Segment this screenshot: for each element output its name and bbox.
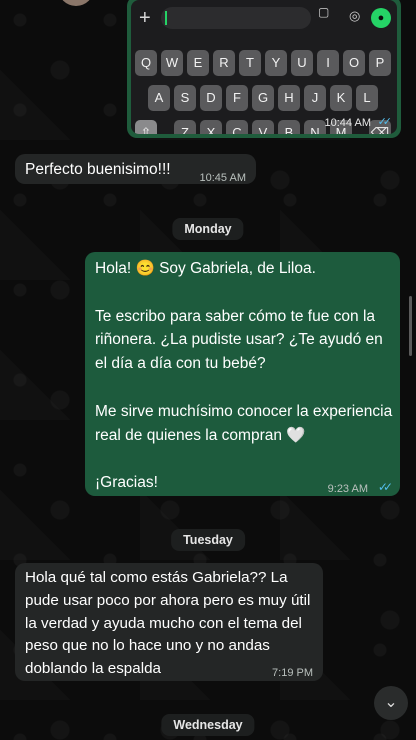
- keyboard-key: X: [200, 120, 222, 134]
- compose-field: [161, 7, 311, 29]
- read-receipt-icon: ✓✓: [377, 480, 393, 494]
- sticker-icon: ▢: [318, 5, 330, 19]
- message-text: Perfecto buenisimo!!!: [25, 161, 171, 178]
- date-separator: Wednesday: [161, 714, 255, 736]
- chevron-down-icon: ⌄: [384, 694, 398, 711]
- message-time: 9:23 AM: [327, 483, 368, 495]
- keyboard-key: K: [330, 85, 352, 111]
- keyboard-key: S: [174, 85, 196, 111]
- message-time: 10:45 AM: [199, 172, 246, 184]
- shift-key: ⇧: [135, 120, 157, 134]
- keyboard-key: R: [213, 50, 235, 76]
- message-bubble-incoming[interactable]: Hola qué tal como estás Gabriela?? La pu…: [15, 563, 323, 681]
- keyboard-key: Y: [265, 50, 287, 76]
- camera-icon: ◎: [349, 8, 361, 23]
- keyboard-key: F: [226, 85, 248, 111]
- message-bubble-incoming[interactable]: Perfecto buenisimo!!! 10:45 AM: [15, 154, 256, 184]
- keyboard-key: G: [252, 85, 274, 111]
- shared-screenshot-image[interactable]: + ▢ ◎ ● Q W E R T Y U I O P A S D F G H …: [131, 0, 397, 134]
- message-text: Hola! 😊 Soy Gabriela, de Liloa. Te escri…: [95, 260, 393, 492]
- keyboard-key: W: [161, 50, 183, 76]
- keyboard-key: Q: [135, 50, 157, 76]
- date-separator: Tuesday: [171, 529, 245, 551]
- keyboard-key: E: [187, 50, 209, 76]
- read-receipt-icon: ✓✓: [377, 116, 393, 128]
- keyboard-key: Z: [174, 120, 196, 134]
- scroll-to-bottom-button[interactable]: ⌄: [374, 686, 408, 720]
- message-time: 7:19 PM: [272, 667, 313, 679]
- date-separator: Monday: [172, 218, 244, 240]
- keyboard-key: N: [304, 120, 326, 134]
- message-bubble-outgoing[interactable]: Hola! 😊 Soy Gabriela, de Liloa. Te escri…: [85, 252, 400, 496]
- keyboard-key: A: [148, 85, 170, 111]
- image-timestamp: 10:44 AM: [324, 117, 371, 129]
- keyboard-key: C: [226, 120, 248, 134]
- text-cursor: [165, 11, 167, 25]
- keyboard-key: B: [278, 120, 300, 134]
- scrollbar[interactable]: [409, 296, 412, 356]
- keyboard-key: V: [252, 120, 274, 134]
- keyboard-key: U: [291, 50, 313, 76]
- keyboard-key: D: [200, 85, 222, 111]
- keyboard-key: O: [343, 50, 365, 76]
- keyboard-key: H: [278, 85, 300, 111]
- keyboard-key: L: [356, 85, 378, 111]
- keyboard-key: P: [369, 50, 391, 76]
- keyboard-key: I: [317, 50, 339, 76]
- plus-icon: +: [139, 7, 151, 29]
- mic-icon: ●: [371, 8, 391, 28]
- keyboard-key: T: [239, 50, 261, 76]
- keyboard-key: J: [304, 85, 326, 111]
- shared-screenshot-bubble[interactable]: + ▢ ◎ ● Q W E R T Y U I O P A S D F G H …: [127, 0, 401, 138]
